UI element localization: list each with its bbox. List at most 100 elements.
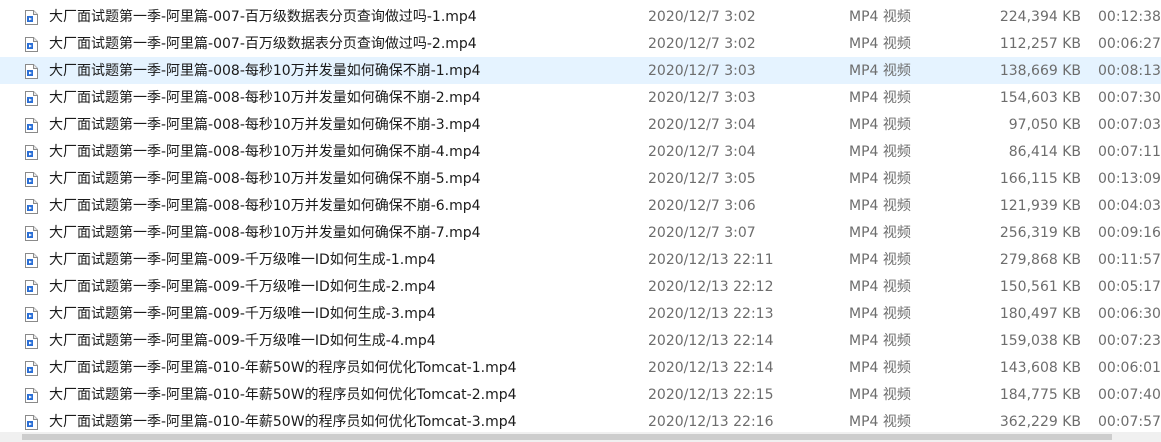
file-modified-date: 2020/12/7 3:07 bbox=[648, 225, 756, 241]
video-file-icon bbox=[25, 226, 38, 241]
file-row[interactable]: 大厂面试题第一季-阿里篇-008-每秒10万并发量如何确保不崩-7.mp4 20… bbox=[0, 219, 1161, 246]
video-file-icon bbox=[25, 172, 38, 187]
file-row[interactable]: 大厂面试题第一季-阿里篇-008-每秒10万并发量如何确保不崩-3.mp4 20… bbox=[0, 111, 1161, 138]
file-row[interactable]: 大厂面试题第一季-阿里篇-010-年薪50W的程序员如何优化Tomcat-2.m… bbox=[0, 381, 1161, 408]
file-modified-date: 2020/12/13 22:12 bbox=[648, 279, 774, 295]
file-size: 184,775 KB bbox=[999, 387, 1081, 403]
file-duration: 00:08:13 bbox=[1098, 63, 1161, 79]
file-row[interactable]: 大厂面试题第一季-阿里篇-010-年薪50W的程序员如何优化Tomcat-3.m… bbox=[0, 408, 1161, 435]
file-row[interactable]: 大厂面试题第一季-阿里篇-009-千万级唯一ID如何生成-2.mp4 2020/… bbox=[0, 273, 1161, 300]
video-file-icon bbox=[25, 37, 38, 52]
file-duration: 00:07:11 bbox=[1098, 144, 1161, 160]
video-file-icon bbox=[25, 118, 38, 133]
file-name: 大厂面试题第一季-阿里篇-007-百万级数据表分页查询做过吗-1.mp4 bbox=[49, 9, 477, 25]
file-row[interactable]: 大厂面试题第一季-阿里篇-007-百万级数据表分页查询做过吗-2.mp4 202… bbox=[0, 30, 1161, 57]
file-size: 362,229 KB bbox=[999, 414, 1081, 430]
file-size: 86,414 KB bbox=[1008, 144, 1081, 160]
file-type: MP4 视频 bbox=[849, 171, 911, 187]
file-duration: 00:11:57 bbox=[1098, 252, 1161, 268]
video-file-icon bbox=[25, 307, 38, 322]
file-modified-date: 2020/12/7 3:03 bbox=[648, 63, 756, 79]
file-type: MP4 视频 bbox=[849, 306, 911, 322]
file-name: 大厂面试题第一季-阿里篇-008-每秒10万并发量如何确保不崩-1.mp4 bbox=[49, 63, 481, 79]
file-size: 256,319 KB bbox=[999, 225, 1081, 241]
file-type: MP4 视频 bbox=[849, 360, 911, 376]
file-row[interactable]: 大厂面试题第一季-阿里篇-009-千万级唯一ID如何生成-4.mp4 2020/… bbox=[0, 327, 1161, 354]
file-duration: 00:07:03 bbox=[1098, 117, 1161, 133]
file-row[interactable]: 大厂面试题第一季-阿里篇-007-百万级数据表分页查询做过吗-1.mp4 202… bbox=[0, 3, 1161, 30]
file-modified-date: 2020/12/7 3:06 bbox=[648, 198, 756, 214]
file-size: 279,868 KB bbox=[999, 252, 1081, 268]
file-type: MP4 视频 bbox=[849, 198, 911, 214]
video-file-icon bbox=[25, 334, 38, 349]
file-duration: 00:09:16 bbox=[1098, 225, 1161, 241]
file-row[interactable]: 大厂面试题第一季-阿里篇-009-千万级唯一ID如何生成-3.mp4 2020/… bbox=[0, 300, 1161, 327]
file-modified-date: 2020/12/13 22:11 bbox=[648, 252, 774, 268]
file-type: MP4 视频 bbox=[849, 225, 911, 241]
file-name: 大厂面试题第一季-阿里篇-008-每秒10万并发量如何确保不崩-3.mp4 bbox=[49, 117, 481, 133]
file-row[interactable]: 大厂面试题第一季-阿里篇-008-每秒10万并发量如何确保不崩-2.mp4 20… bbox=[0, 84, 1161, 111]
file-name: 大厂面试题第一季-阿里篇-009-千万级唯一ID如何生成-1.mp4 bbox=[49, 252, 436, 268]
file-name: 大厂面试题第一季-阿里篇-009-千万级唯一ID如何生成-2.mp4 bbox=[49, 279, 436, 295]
file-modified-date: 2020/12/7 3:04 bbox=[648, 117, 756, 133]
file-type: MP4 视频 bbox=[849, 414, 911, 430]
video-file-icon bbox=[25, 10, 38, 25]
file-modified-date: 2020/12/7 3:03 bbox=[648, 90, 756, 106]
file-type: MP4 视频 bbox=[849, 36, 911, 52]
file-type: MP4 视频 bbox=[849, 279, 911, 295]
video-file-icon bbox=[25, 64, 38, 79]
file-duration: 00:13:09 bbox=[1098, 171, 1161, 187]
video-file-icon bbox=[25, 145, 38, 160]
file-duration: 00:07:57 bbox=[1098, 414, 1161, 430]
file-size: 138,669 KB bbox=[999, 63, 1081, 79]
file-row[interactable]: 大厂面试题第一季-阿里篇-008-每秒10万并发量如何确保不崩-6.mp4 20… bbox=[0, 192, 1161, 219]
horizontal-scrollbar[interactable] bbox=[0, 432, 1161, 442]
file-size: 180,497 KB bbox=[999, 306, 1081, 322]
video-file-icon bbox=[25, 415, 38, 430]
file-name: 大厂面试题第一季-阿里篇-008-每秒10万并发量如何确保不崩-4.mp4 bbox=[49, 144, 481, 160]
file-name: 大厂面试题第一季-阿里篇-008-每秒10万并发量如何确保不崩-2.mp4 bbox=[49, 90, 481, 106]
video-file-icon bbox=[25, 388, 38, 403]
file-modified-date: 2020/12/13 22:15 bbox=[648, 387, 774, 403]
file-row[interactable]: 大厂面试题第一季-阿里篇-008-每秒10万并发量如何确保不崩-1.mp4 20… bbox=[0, 57, 1161, 84]
file-modified-date: 2020/12/7 3:04 bbox=[648, 144, 756, 160]
file-size: 154,603 KB bbox=[999, 90, 1081, 106]
file-duration: 00:07:40 bbox=[1098, 387, 1161, 403]
file-size: 224,394 KB bbox=[999, 9, 1081, 25]
file-type: MP4 视频 bbox=[849, 63, 911, 79]
file-duration: 00:04:03 bbox=[1098, 198, 1161, 214]
file-modified-date: 2020/12/7 3:05 bbox=[648, 171, 756, 187]
file-row[interactable]: 大厂面试题第一季-阿里篇-010-年薪50W的程序员如何优化Tomcat-1.m… bbox=[0, 354, 1161, 381]
file-size: 112,257 KB bbox=[999, 36, 1081, 52]
video-file-icon bbox=[25, 280, 38, 295]
file-type: MP4 视频 bbox=[849, 90, 911, 106]
file-duration: 00:06:30 bbox=[1098, 306, 1161, 322]
file-type: MP4 视频 bbox=[849, 9, 911, 25]
file-row[interactable]: 大厂面试题第一季-阿里篇-009-千万级唯一ID如何生成-1.mp4 2020/… bbox=[0, 246, 1161, 273]
file-name: 大厂面试题第一季-阿里篇-009-千万级唯一ID如何生成-4.mp4 bbox=[49, 333, 436, 349]
file-type: MP4 视频 bbox=[849, 387, 911, 403]
file-name: 大厂面试题第一季-阿里篇-010-年薪50W的程序员如何优化Tomcat-2.m… bbox=[49, 387, 517, 403]
file-row[interactable]: 大厂面试题第一季-阿里篇-008-每秒10万并发量如何确保不崩-5.mp4 20… bbox=[0, 165, 1161, 192]
file-size: 121,939 KB bbox=[999, 198, 1081, 214]
file-name: 大厂面试题第一季-阿里篇-008-每秒10万并发量如何确保不崩-7.mp4 bbox=[49, 225, 481, 241]
video-file-icon bbox=[25, 199, 38, 214]
file-modified-date: 2020/12/13 22:14 bbox=[648, 360, 774, 376]
file-name: 大厂面试题第一季-阿里篇-008-每秒10万并发量如何确保不崩-6.mp4 bbox=[49, 198, 481, 214]
file-name: 大厂面试题第一季-阿里篇-010-年薪50W的程序员如何优化Tomcat-1.m… bbox=[49, 360, 517, 376]
file-size: 166,115 KB bbox=[999, 171, 1081, 187]
file-row[interactable]: 大厂面试题第一季-阿里篇-008-每秒10万并发量如何确保不崩-4.mp4 20… bbox=[0, 138, 1161, 165]
horizontal-scrollbar-thumb[interactable] bbox=[22, 434, 1112, 440]
file-modified-date: 2020/12/7 3:02 bbox=[648, 9, 756, 25]
file-modified-date: 2020/12/7 3:02 bbox=[648, 36, 756, 52]
video-file-icon bbox=[25, 361, 38, 376]
file-modified-date: 2020/12/13 22:16 bbox=[648, 414, 774, 430]
file-modified-date: 2020/12/13 22:14 bbox=[648, 333, 774, 349]
file-duration: 00:07:23 bbox=[1098, 333, 1161, 349]
file-type: MP4 视频 bbox=[849, 144, 911, 160]
file-type: MP4 视频 bbox=[849, 117, 911, 133]
file-modified-date: 2020/12/13 22:13 bbox=[648, 306, 774, 322]
file-size: 150,561 KB bbox=[999, 279, 1081, 295]
file-type: MP4 视频 bbox=[849, 333, 911, 349]
file-size: 159,038 KB bbox=[999, 333, 1081, 349]
